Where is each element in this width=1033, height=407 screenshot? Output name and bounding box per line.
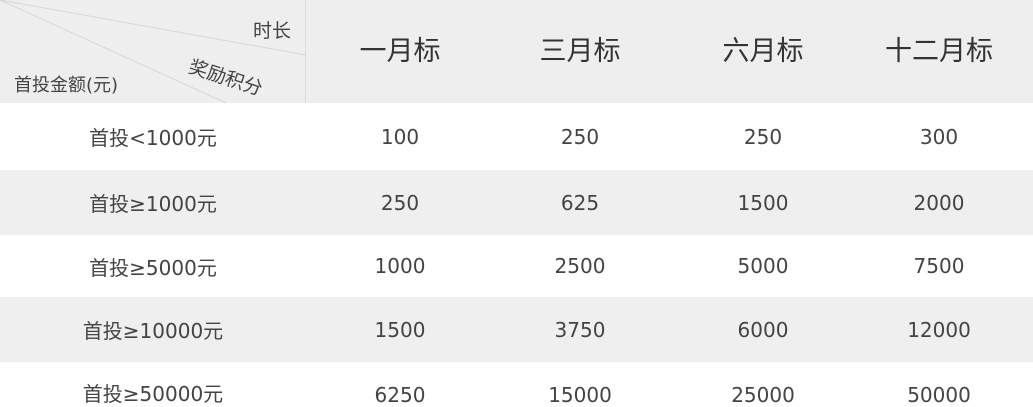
table-row: 首投≥10000元 1500 3750 6000 12000 [0, 297, 1033, 362]
table-cell: 625 [560, 190, 600, 215]
amount-label: 首投金额(元) [14, 75, 119, 96]
table-cell: 5000 [737, 254, 789, 278]
table-cell: 15000 [548, 383, 612, 407]
table-cell: 6000 [737, 317, 789, 342]
table-row: 首投≥1000元 250 625 1500 2000 [0, 170, 1033, 235]
row-label: 首投≥5000元 [89, 255, 217, 280]
duration-label: 时长 [252, 20, 291, 42]
column-header-1-month: 一月标 [359, 36, 441, 67]
table-cell: 3750 [554, 317, 606, 342]
column-header-3-month: 三月标 [539, 36, 621, 67]
corner-cell: 时长 奖励积分 首投金额(元) [0, 0, 306, 103]
table-cell: 7500 [913, 254, 965, 278]
row-label: 首投≥10000元 [82, 319, 224, 343]
table-cell: 12000 [907, 317, 971, 342]
row-label: 首投<1000元 [89, 126, 217, 150]
table-cell: 250 [380, 190, 420, 215]
column-header-6-month: 六月标 [722, 36, 804, 67]
table-cell: 1000 [374, 254, 426, 278]
table-header: 时长 奖励积分 首投金额(元) 一月标 三月标 六月标 十二月标 [0, 0, 1033, 103]
table-row: 首投≥5000元 1000 2500 5000 7500 [0, 235, 1033, 297]
table-cell: 2000 [913, 190, 965, 215]
row-label: 首投≥1000元 [89, 192, 217, 216]
table-cell: 1500 [374, 317, 426, 342]
table-cell: 250 [743, 124, 783, 149]
table-cell: 1500 [737, 190, 789, 215]
table-cell: 250 [560, 124, 600, 149]
table-cell: 6250 [374, 383, 426, 407]
table-cell: 50000 [907, 383, 971, 407]
reward-points-table: 时长 奖励积分 首投金额(元) 一月标 三月标 六月标 十二月标 首投<1000… [0, 0, 1033, 407]
table-cell: 300 [919, 124, 959, 149]
table-cell: 25000 [731, 383, 795, 407]
table-cell: 2500 [554, 254, 606, 278]
table-row: 首投≥50000元 6250 15000 25000 50000 [0, 362, 1033, 407]
table-cell: 100 [380, 124, 420, 149]
table-row: 首投<1000元 100 250 250 300 [0, 103, 1033, 170]
column-header-12-month: 十二月标 [885, 36, 993, 67]
row-label: 首投≥50000元 [82, 382, 224, 406]
